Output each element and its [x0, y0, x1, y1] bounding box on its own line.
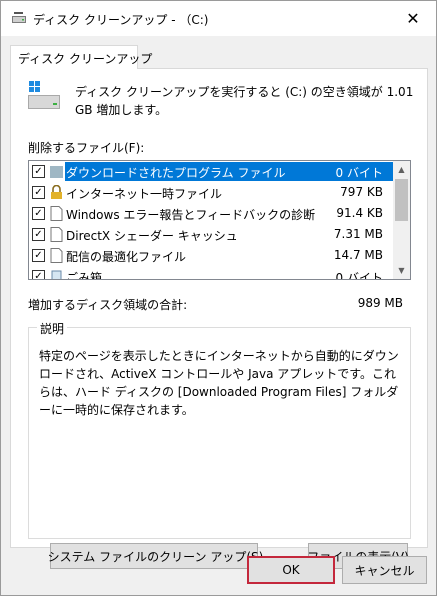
- file-size: 0 バイト: [335, 166, 383, 180]
- cleanup-system-files-label: システム ファイルのクリーン アップ(S): [47, 549, 264, 564]
- tab-disk-cleanup[interactable]: ディスク クリーンアップ: [10, 45, 152, 69]
- cleanup-description: ディスク クリーンアップを実行すると (C:) の空き領域が 1.01 GB 増…: [75, 85, 414, 117]
- description-group: 説明 特定のページを表示したときにインターネットから自動的にダウンロードされ、A…: [28, 320, 411, 539]
- folder-icon: [50, 166, 63, 178]
- files-list[interactable]: ✓ ダウンロードされたプログラム ファイル 0 バイト ✓ インターネット一時フ…: [28, 160, 411, 280]
- list-item[interactable]: ✓ ごみ箱 0 バイト: [29, 266, 395, 280]
- file-icon: [50, 206, 63, 221]
- file-name: インターネット一時ファイル: [66, 187, 223, 201]
- file-icon: [50, 248, 63, 263]
- checkbox[interactable]: ✓: [32, 186, 45, 199]
- file-size: 14.7 MB: [333, 248, 383, 262]
- file-name: Windows エラー報告とフィードバックの診断: [66, 208, 316, 222]
- lock-icon: [51, 185, 62, 199]
- file-icon: [50, 227, 63, 242]
- checkbox[interactable]: ✓: [32, 249, 45, 262]
- window-title: ディスク クリーンアップ - （C:): [33, 13, 209, 27]
- file-size: 7.31 MB: [333, 227, 383, 241]
- total-gain-value: 989 MB: [357, 296, 403, 310]
- description-group-title: 説明: [37, 320, 68, 337]
- list-item[interactable]: ✓ 配信の最適化ファイル 14.7 MB: [29, 245, 395, 266]
- title-bar[interactable]: ディスク クリーンアップ - （C:) ✕: [1, 1, 436, 36]
- list-item[interactable]: ✓ DirectX シェーダー キャッシュ 7.31 MB: [29, 224, 395, 245]
- close-icon: ✕: [406, 9, 420, 28]
- list-item[interactable]: ✓ Windows エラー報告とフィードバックの診断 91.4 KB: [29, 203, 395, 224]
- disk-cleanup-icon: [12, 12, 26, 23]
- ok-button[interactable]: OK: [247, 556, 335, 584]
- drive-icon: [28, 81, 60, 109]
- file-name: 配信の最適化ファイル: [66, 250, 187, 264]
- tab-panel: ディスク クリーンアップを実行すると (C:) の空き領域が 1.01 GB 増…: [10, 68, 428, 569]
- list-scrollbar[interactable]: ▲ ▼: [393, 161, 410, 279]
- close-button[interactable]: ✕: [390, 1, 436, 36]
- list-item[interactable]: ✓ インターネット一時ファイル 797 KB: [29, 182, 395, 203]
- scroll-thumb[interactable]: [395, 179, 408, 221]
- checkbox[interactable]: ✓: [32, 165, 45, 178]
- file-name: ごみ箱: [66, 271, 103, 280]
- file-size: 797 KB: [340, 185, 383, 199]
- file-name: ダウンロードされたプログラム ファイル: [66, 166, 286, 180]
- disk-cleanup-window: ディスク クリーンアップ - （C:) ✕ ディスク クリーンアップ ディスク …: [0, 0, 437, 596]
- scroll-down-icon[interactable]: ▼: [393, 262, 410, 279]
- scroll-up-icon[interactable]: ▲: [393, 161, 410, 178]
- checkbox[interactable]: ✓: [32, 207, 45, 220]
- recycle-bin-icon: [51, 270, 62, 279]
- cleanup-system-files-button[interactable]: システム ファイルのクリーン アップ(S): [48, 543, 263, 569]
- description-text: 特定のページを表示したときにインターネットから自動的にダウンロードされ、Acti…: [39, 349, 399, 417]
- cancel-button[interactable]: キャンセル: [342, 556, 427, 584]
- checkbox[interactable]: ✓: [32, 270, 45, 279]
- file-name: DirectX シェーダー キャッシュ: [66, 229, 238, 243]
- file-size: 91.4 KB: [336, 206, 383, 220]
- file-size: 0 バイト: [335, 271, 383, 280]
- list-item[interactable]: ✓ ダウンロードされたプログラム ファイル 0 バイト: [29, 161, 395, 182]
- total-gain-label: 増加するディスク領域の合計:: [28, 298, 188, 312]
- checkbox[interactable]: ✓: [32, 228, 45, 241]
- files-to-delete-label: 削除するファイル(F):: [28, 141, 145, 155]
